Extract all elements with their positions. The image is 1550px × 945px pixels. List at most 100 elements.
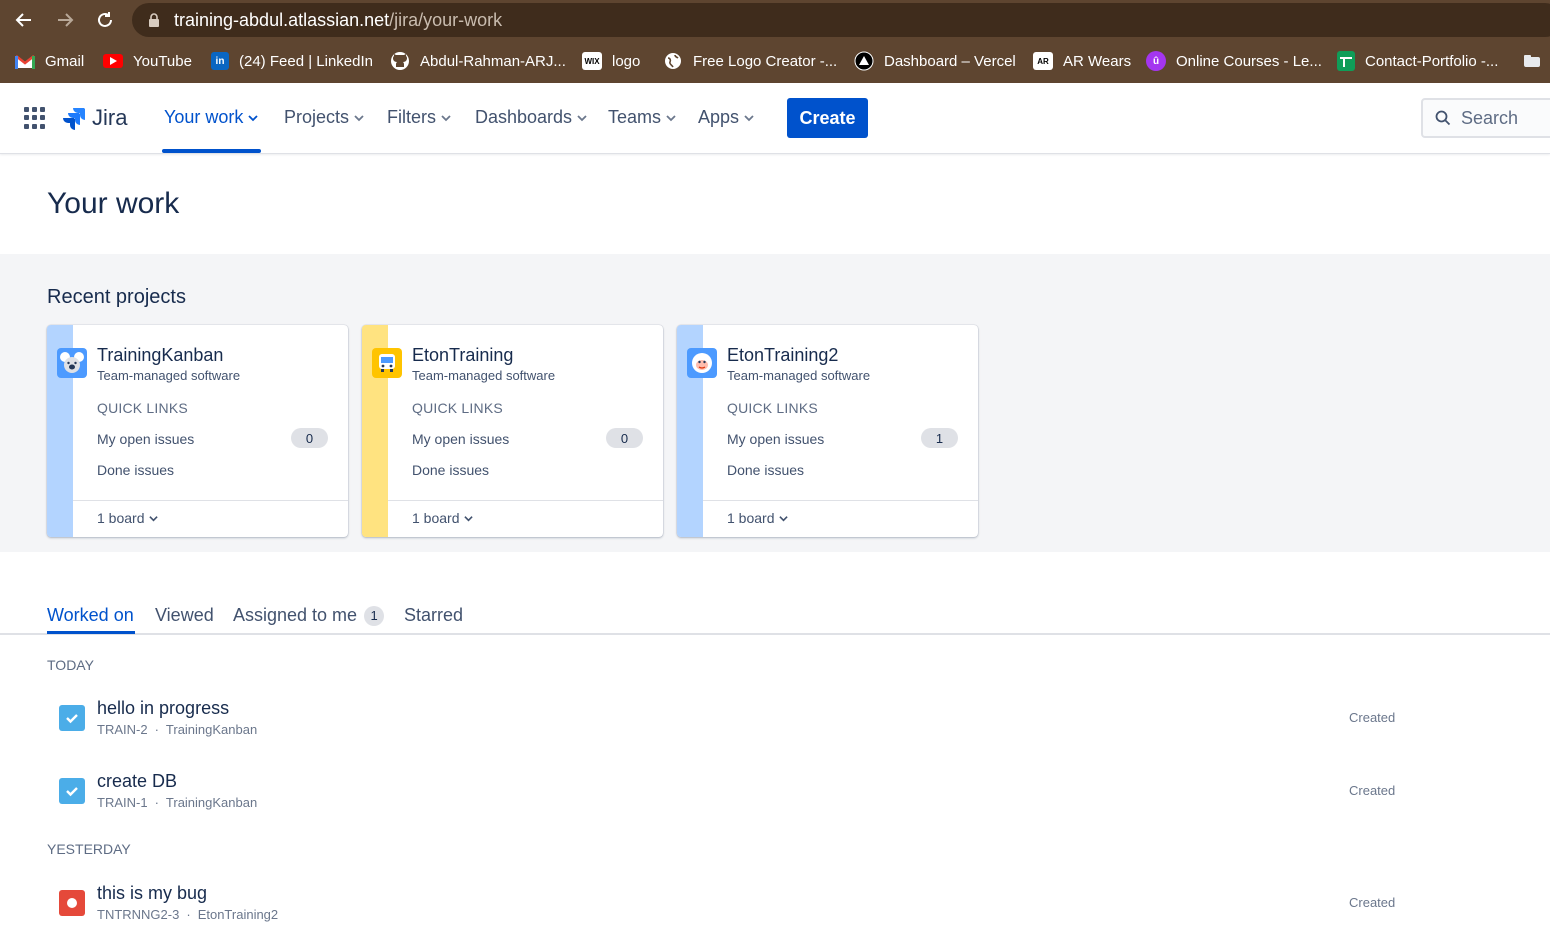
issue-title[interactable]: this is my bug bbox=[97, 883, 207, 904]
bookmark-label: Gmail bbox=[45, 52, 85, 70]
recent-projects-heading: Recent projects bbox=[47, 286, 186, 308]
bookmark-sheets[interactable]: Contact-Portfolio -... bbox=[1337, 50, 1498, 72]
nav-projects[interactable]: Projects bbox=[284, 107, 364, 128]
youtube-icon bbox=[103, 54, 123, 68]
chevron-down-icon bbox=[248, 114, 259, 121]
bug-icon bbox=[59, 890, 85, 916]
project-name[interactable]: EtonTraining bbox=[412, 345, 513, 366]
project-card-etontraining2[interactable]: EtonTraining2 Team-managed software QUIC… bbox=[677, 325, 978, 537]
chevron-down-icon bbox=[577, 114, 587, 121]
my-open-issues-link[interactable]: My open issues bbox=[412, 431, 509, 447]
done-issues-link[interactable]: Done issues bbox=[727, 462, 804, 478]
bookmark-label: Free Logo Creator -... bbox=[693, 52, 838, 70]
create-button[interactable]: Create bbox=[787, 98, 868, 138]
yeti-avatar-icon bbox=[687, 348, 717, 378]
bookmark-vercel[interactable]: Dashboard – Vercel bbox=[854, 50, 1016, 72]
issue-project: EtonTraining2 bbox=[197, 907, 279, 922]
bookmark-wix[interactable]: WIX logo bbox=[582, 50, 640, 72]
project-name[interactable]: EtonTraining2 bbox=[727, 345, 838, 366]
tab-starred[interactable]: Starred bbox=[404, 605, 463, 626]
jira-wordmark: Jira bbox=[92, 105, 128, 130]
issue-title[interactable]: hello in progress bbox=[97, 698, 229, 719]
done-issues-link[interactable]: Done issues bbox=[97, 462, 174, 478]
card-divider bbox=[703, 500, 978, 501]
nav-your-work[interactable]: Your work bbox=[164, 107, 259, 128]
chevron-down-icon bbox=[441, 114, 451, 121]
sheets-icon bbox=[1337, 51, 1355, 71]
github-icon bbox=[390, 52, 410, 70]
project-type: Team-managed software bbox=[412, 368, 556, 383]
nav-filters[interactable]: Filters bbox=[387, 107, 451, 128]
app-switcher-icon[interactable] bbox=[24, 107, 46, 129]
issue-key: TNTRNNG2-3 bbox=[97, 907, 180, 922]
forward-button[interactable] bbox=[51, 6, 79, 34]
issue-key: TRAIN-2 bbox=[97, 722, 148, 737]
search-placeholder: Search bbox=[1461, 107, 1519, 128]
bookmark-overflow[interactable] bbox=[1522, 50, 1550, 72]
bookmark-free-logo[interactable]: Free Logo Creator -... bbox=[663, 50, 837, 72]
bookmark-gmail[interactable]: Gmail bbox=[15, 50, 84, 72]
list-item[interactable]: create DB TRAIN-1 · TrainingKanban Created bbox=[47, 768, 1427, 824]
done-issues-link[interactable]: Done issues bbox=[412, 462, 489, 478]
bookmark-linkedin[interactable]: in (24) Feed | LinkedIn bbox=[211, 50, 373, 72]
bookmark-label: Dashboard – Vercel bbox=[884, 52, 1016, 70]
issue-project: TrainingKanban bbox=[165, 795, 258, 810]
search-input[interactable]: Search bbox=[1421, 98, 1550, 138]
tab-worked-on[interactable]: Worked on bbox=[47, 605, 134, 626]
nav-label: Apps bbox=[698, 107, 740, 127]
work-tabs: Worked on Viewed Assigned to me 1 Starre… bbox=[0, 598, 1550, 635]
my-open-issues-link[interactable]: My open issues bbox=[97, 431, 194, 447]
project-card-etontraining[interactable]: EtonTraining Team-managed software QUICK… bbox=[362, 325, 663, 537]
separator-dot: · bbox=[154, 722, 159, 737]
tab-label: Viewed bbox=[155, 605, 214, 625]
nav-label: Filters bbox=[387, 107, 436, 127]
bus-avatar-icon bbox=[372, 348, 402, 378]
reload-button[interactable] bbox=[91, 6, 119, 34]
separator-dot: · bbox=[154, 795, 159, 810]
tab-viewed[interactable]: Viewed bbox=[155, 605, 214, 626]
issue-title[interactable]: create DB bbox=[97, 771, 177, 792]
nav-teams[interactable]: Teams bbox=[608, 107, 676, 128]
list-item[interactable]: hello in progress TRAIN-2 · TrainingKanban… bbox=[47, 695, 1427, 751]
project-card-traininkanban[interactable]: TrainingKanban Team-managed software QUI… bbox=[47, 325, 348, 537]
open-issues-count-badge: 0 bbox=[606, 428, 643, 448]
issue-meta: TNTRNNG2-3 · EtonTraining2 bbox=[97, 907, 278, 922]
ar-icon: AR bbox=[1033, 52, 1053, 70]
bookmark-youtube[interactable]: YouTube bbox=[103, 50, 192, 72]
boards-label: 1 board bbox=[412, 510, 460, 526]
bookmark-ar-wears[interactable]: AR AR Wears bbox=[1033, 50, 1131, 72]
activity-status: Created bbox=[1349, 783, 1396, 798]
chevron-down-icon bbox=[464, 515, 474, 521]
gmail-icon bbox=[15, 52, 35, 70]
chevron-down-icon bbox=[779, 515, 789, 521]
boards-dropdown[interactable]: 1 board bbox=[97, 510, 159, 526]
nav-apps[interactable]: Apps bbox=[698, 107, 754, 128]
url-field[interactable]: training-abdul.atlassian.net/jira/your-w… bbox=[132, 3, 1550, 37]
boards-dropdown[interactable]: 1 board bbox=[412, 510, 474, 526]
udemy-icon: û bbox=[1146, 51, 1166, 71]
group-heading-yesterday: YESTERDAY bbox=[47, 841, 131, 857]
back-button[interactable] bbox=[10, 6, 38, 34]
nav-dashboards[interactable]: Dashboards bbox=[475, 107, 587, 128]
assigned-count-badge: 1 bbox=[364, 605, 385, 626]
task-checkbox-icon bbox=[59, 778, 85, 804]
url-host: training-abdul.atlassian.net bbox=[174, 10, 390, 30]
group-heading-today: TODAY bbox=[47, 657, 94, 673]
project-name[interactable]: TrainingKanban bbox=[97, 345, 223, 366]
quick-links-label: QUICK LINKS bbox=[412, 400, 503, 416]
chevron-down-icon bbox=[666, 114, 676, 121]
bookmark-label: Contact-Portfolio -... bbox=[1365, 52, 1499, 70]
bookmark-github[interactable]: Abdul-Rahman-ARJ... bbox=[390, 50, 566, 72]
list-item[interactable]: this is my bug TNTRNNG2-3 · EtonTraining2 … bbox=[47, 880, 1427, 936]
chevron-down-icon bbox=[149, 515, 159, 521]
tab-assigned-to-me[interactable]: Assigned to me 1 bbox=[233, 605, 385, 626]
bookmark-label: (24) Feed | LinkedIn bbox=[239, 52, 373, 70]
my-open-issues-link[interactable]: My open issues bbox=[727, 431, 824, 447]
back-arrow-icon bbox=[15, 13, 31, 27]
reload-icon bbox=[98, 12, 112, 27]
boards-dropdown[interactable]: 1 board bbox=[727, 510, 789, 526]
jira-logo[interactable]: Jira bbox=[62, 105, 127, 131]
browser-chrome: training-abdul.atlassian.net/jira/your-w… bbox=[0, 0, 1550, 83]
task-checkbox-icon bbox=[59, 705, 85, 731]
bookmark-udemy[interactable]: û Online Courses - Le... bbox=[1146, 50, 1322, 72]
